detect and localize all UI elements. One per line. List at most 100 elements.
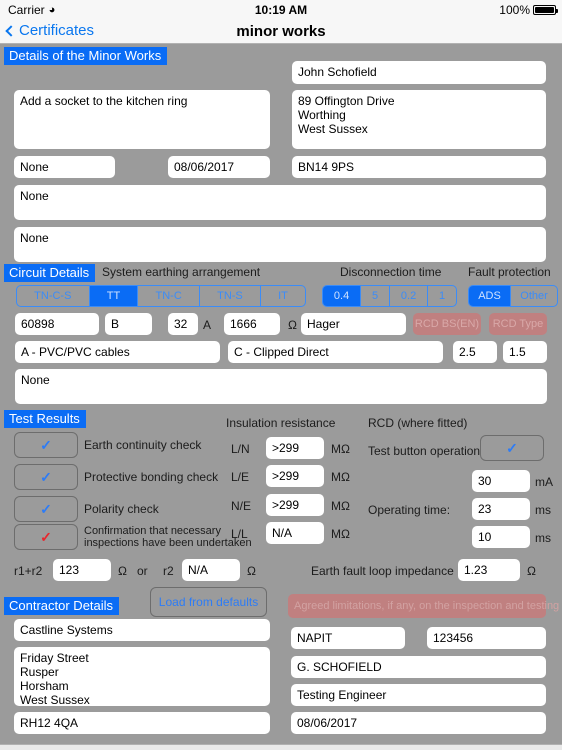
section-header-circuit: Circuit Details — [4, 264, 96, 282]
inspection-check-label-3: Polarity check — [84, 502, 159, 516]
fault-option-ads[interactable]: ADS — [469, 286, 512, 306]
cpc-csa-field[interactable]: 1.5 — [503, 341, 547, 363]
membership-number-field[interactable]: 123456 — [427, 627, 546, 649]
insulation-unit-l-e: MΩ — [331, 470, 350, 484]
system-earthing-label: System earthing arrangement — [102, 265, 261, 279]
operating-time-unit-1: ms — [535, 503, 551, 517]
comments-field-1[interactable]: None — [14, 185, 546, 220]
rcd-bs-en-button[interactable]: RCD BS(EN) — [413, 313, 481, 335]
description-of-works-field[interactable]: Add a socket to the kitchen ring — [14, 90, 270, 149]
insulation-resistance-label: Insulation resistance — [226, 416, 336, 430]
company-name-field[interactable]: Castline Systems — [14, 619, 270, 641]
earthing-option-tn-s[interactable]: TN-S — [200, 286, 261, 306]
company-postcode-field[interactable]: RH12 4QA — [14, 712, 270, 734]
test-button-operation-checkbox[interactable]: ✓ — [480, 435, 544, 461]
operating-time-field-1[interactable]: 23 — [472, 498, 530, 520]
comments-field-2[interactable]: None — [14, 227, 546, 262]
inspection-checkbox-4[interactable]: ✓ — [14, 524, 78, 550]
fault-protection-segmented-control[interactable]: ADS Other — [468, 285, 558, 307]
insulation-unit-l-n: MΩ — [331, 442, 350, 456]
departures-field[interactable]: None — [14, 156, 115, 178]
inspection-checkbox-1[interactable]: ✓ — [14, 432, 78, 458]
section-header-test-results: Test Results — [4, 410, 86, 428]
check-icon: ✓ — [506, 440, 518, 456]
r2-unit-label: Ω — [247, 564, 256, 578]
rcd-rating-unit-label: mA — [535, 475, 553, 489]
inspection-check-label-4: Confirmation that necessary inspections … — [84, 525, 252, 549]
status-bar: Carrier ◕ 10:19 AM 100% — [0, 0, 562, 20]
disconnection-option-0-4[interactable]: 0.4 — [323, 286, 362, 306]
earthing-arrangement-segmented-control[interactable]: TN-C-S TT TN-C TN-S IT — [16, 285, 306, 307]
rating-unit-label: A — [203, 318, 212, 332]
load-from-defaults-button[interactable]: Load from defaults — [150, 587, 267, 617]
or-label: or — [137, 564, 148, 578]
inspection-checkbox-2[interactable]: ✓ — [14, 464, 78, 490]
inspection-check-label-1: Earth continuity check — [84, 438, 202, 452]
sign-date-field[interactable]: 08/06/2017 — [291, 712, 546, 734]
check-icon: ✓ — [40, 437, 52, 453]
circuit-notes-field[interactable]: None — [15, 369, 547, 404]
page-title: minor works — [236, 23, 326, 40]
bottom-toolbar — [0, 744, 562, 750]
date-field[interactable]: 08/06/2017 — [168, 156, 270, 178]
battery-icon — [533, 5, 558, 15]
insulation-field-l-n[interactable]: >299 — [266, 437, 324, 459]
insulation-unit-n-e: MΩ — [331, 499, 350, 513]
r1r2-unit-label: Ω — [118, 564, 127, 578]
insulation-field-l-e[interactable]: >299 — [266, 465, 324, 487]
capacity-unit-label: Ω — [288, 318, 297, 332]
bs-number-field[interactable]: 60898 — [15, 313, 99, 335]
manufacturer-field[interactable]: Hager — [301, 313, 406, 335]
check-icon: ✓ — [40, 469, 52, 485]
agreed-limitations-banner[interactable]: Agreed limitations, if any, on the inspe… — [288, 594, 559, 618]
earth-fault-loop-impedance-label: Earth fault loop impedance — [311, 564, 454, 578]
status-bar-right: 100% — [499, 3, 558, 17]
r1r2-field[interactable]: 123 — [53, 559, 111, 581]
company-address-field[interactable]: Friday Street Rusper Horsham West Sussex — [14, 647, 270, 706]
section-header-details: Details of the Minor Works — [4, 47, 168, 65]
earthing-option-it[interactable]: IT — [261, 286, 305, 306]
section-header-contractor: Contractor Details — [4, 597, 120, 615]
disconnection-option-0-2[interactable]: 0.2 — [390, 286, 429, 306]
postcode-field[interactable]: BN14 9PS — [292, 156, 546, 178]
operating-time-label: Operating time: — [368, 503, 451, 517]
navigation-bar: Certificates minor works — [0, 20, 562, 44]
rcd-type-button[interactable]: RCD Type — [489, 313, 547, 335]
rcd-where-fitted-label: RCD (where fitted) — [368, 416, 468, 430]
earthing-option-tn-c[interactable]: TN-C — [138, 286, 200, 306]
earth-fault-loop-impedance-field[interactable]: 1.23 — [458, 559, 520, 581]
scheme-field[interactable]: NAPIT — [291, 627, 405, 649]
live-conductor-csa-field[interactable]: 2.5 — [453, 341, 497, 363]
insulation-field-l-l[interactable]: N/A — [266, 522, 324, 544]
rating-field[interactable]: 32 — [168, 313, 198, 335]
installation-method-field[interactable]: C - Clipped Direct — [228, 341, 443, 363]
operating-time-field-2[interactable]: 10 — [472, 526, 530, 548]
battery-percent-label: 100% — [499, 3, 530, 17]
disconnection-time-segmented-control[interactable]: 0.4 5 0.2 1 — [322, 285, 457, 307]
wiring-type-field[interactable]: A - PVC/PVC cables — [15, 341, 220, 363]
insulation-field-n-e[interactable]: >299 — [266, 494, 324, 516]
inspection-checkbox-3[interactable]: ✓ — [14, 496, 78, 522]
client-name-field[interactable]: John Schofield — [292, 61, 546, 84]
insulation-label-n-e: N/E — [231, 499, 252, 513]
disconnection-option-1[interactable]: 1 — [428, 286, 456, 306]
r2-label: r2 — [163, 564, 174, 578]
earthing-option-tn-c-s[interactable]: TN-C-S — [17, 286, 90, 306]
insulation-label-l-n: L/N — [231, 442, 250, 456]
inspection-check-label-2: Protective bonding check — [84, 470, 219, 484]
signatory-name-field[interactable]: G. SCHOFIELD — [291, 656, 546, 678]
r2-field[interactable]: N/A — [182, 559, 240, 581]
position-field[interactable]: Testing Engineer — [291, 684, 546, 706]
fault-option-other[interactable]: Other — [511, 286, 557, 306]
test-button-operation-label: Test button operation — [368, 444, 481, 458]
insulation-unit-l-l: MΩ — [331, 527, 350, 541]
insulation-label-l-l: L/L — [231, 527, 248, 541]
client-address-field[interactable]: 89 Offington Drive Worthing West Sussex — [292, 90, 546, 149]
breaker-type-field[interactable]: B — [105, 313, 152, 335]
rcd-rating-field[interactable]: 30 — [472, 470, 530, 492]
check-icon: ✓ — [40, 501, 52, 517]
earthing-option-tt[interactable]: TT — [89, 286, 139, 306]
disconnection-option-5[interactable]: 5 — [361, 286, 391, 306]
check-icon: ✓ — [40, 529, 52, 545]
breaking-capacity-field[interactable]: 1666 — [224, 313, 280, 335]
